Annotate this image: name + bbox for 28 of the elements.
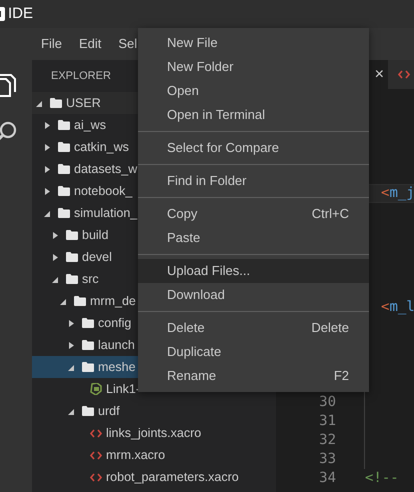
line-number: 31 bbox=[319, 412, 336, 431]
item-label: USER bbox=[66, 94, 101, 112]
code-line: <m_l bbox=[381, 298, 414, 317]
code-line: <m_j bbox=[381, 184, 414, 203]
item-label: robot_parameters.xacro bbox=[106, 468, 239, 486]
item-label: Link1- bbox=[106, 380, 140, 398]
item-label: build bbox=[82, 226, 108, 244]
item-label: simulation_ bbox=[74, 204, 138, 222]
item-label: ai_ws bbox=[74, 116, 106, 134]
line-number: 34 bbox=[319, 469, 336, 488]
item-label: config bbox=[98, 314, 132, 332]
line-number: 30 bbox=[319, 393, 336, 412]
item-label: mrm_de bbox=[90, 292, 136, 310]
item-label: urdf bbox=[98, 402, 120, 420]
panel-title: EXPLORER bbox=[51, 68, 111, 84]
code-line: <!-- bbox=[365, 469, 399, 488]
item-label: mrm.xacro bbox=[106, 446, 166, 464]
item-label: devel bbox=[82, 248, 112, 266]
item-label: launch bbox=[98, 336, 135, 354]
line-number: 32 bbox=[319, 431, 336, 450]
item-label: links_joints.xacro bbox=[106, 424, 202, 442]
item-label: src bbox=[82, 270, 99, 288]
line-number: 33 bbox=[319, 450, 336, 469]
item-label: datasets_w bbox=[74, 160, 138, 178]
item-label: notebook_ bbox=[74, 182, 132, 200]
item-label: catkin_ws bbox=[74, 138, 129, 156]
item-label: meshe bbox=[98, 358, 136, 376]
window-title: IDE bbox=[8, 4, 34, 24]
